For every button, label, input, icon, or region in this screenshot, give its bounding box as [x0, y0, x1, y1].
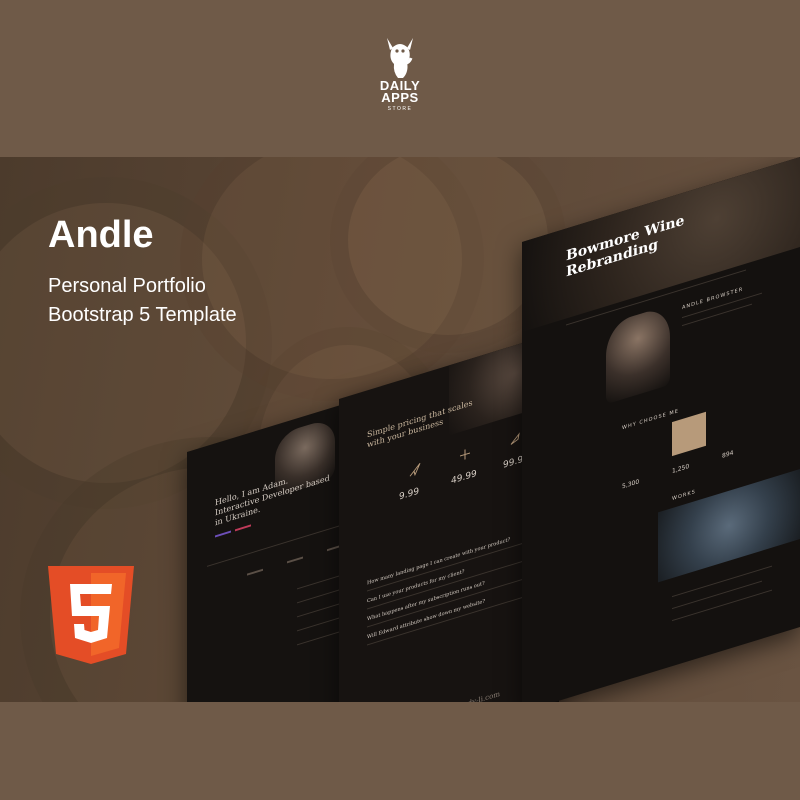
paper-plane-icon [409, 462, 421, 477]
brand-logo: DAILY APPS STORE [360, 34, 440, 112]
subtitle-line: Bootstrap 5 Template [48, 304, 237, 326]
stat-value: 1,250 [672, 462, 690, 476]
why-choose-label: WHY CHOOSE ME [622, 408, 679, 432]
works-photo [658, 469, 800, 583]
stat-value: 5,300 [622, 478, 640, 491]
hero-title: Andle [48, 214, 154, 256]
client-logo [287, 556, 303, 564]
rocket-icon [510, 432, 520, 445]
tag-pill [215, 530, 231, 538]
brand-word-apps: APPS [381, 90, 419, 105]
brand-word-store: STORE [387, 106, 413, 112]
subtitle-line: Personal Portfolio [48, 275, 206, 297]
hero-banner: Andle Personal Portfolio Bootstrap 5 Tem… [0, 157, 800, 702]
plane-icon [460, 449, 470, 460]
works-label: WORKS [672, 488, 696, 503]
price-basic: 9.99 [399, 486, 420, 503]
stat-value: 894 [722, 449, 734, 460]
list-line [672, 580, 762, 610]
list-line [672, 589, 772, 622]
portrait-image [606, 304, 670, 405]
tag-pill [235, 524, 251, 532]
hero-subtitle: Personal Portfolio Bootstrap 5 Template [48, 272, 237, 330]
html5-icon [48, 566, 134, 664]
mascot-icon [387, 38, 413, 78]
price-standard: 49.99 [451, 468, 477, 487]
client-logo [247, 568, 263, 576]
screenshot-case-study-page: Bowmore Wine Rebranding ANDLE BROWSTER W… [522, 157, 800, 702]
footer-domain: andy-li.com [459, 689, 500, 702]
intro-heading: Hello, I am Adam. Interactive Developer … [215, 463, 330, 528]
feature-card [672, 411, 706, 457]
